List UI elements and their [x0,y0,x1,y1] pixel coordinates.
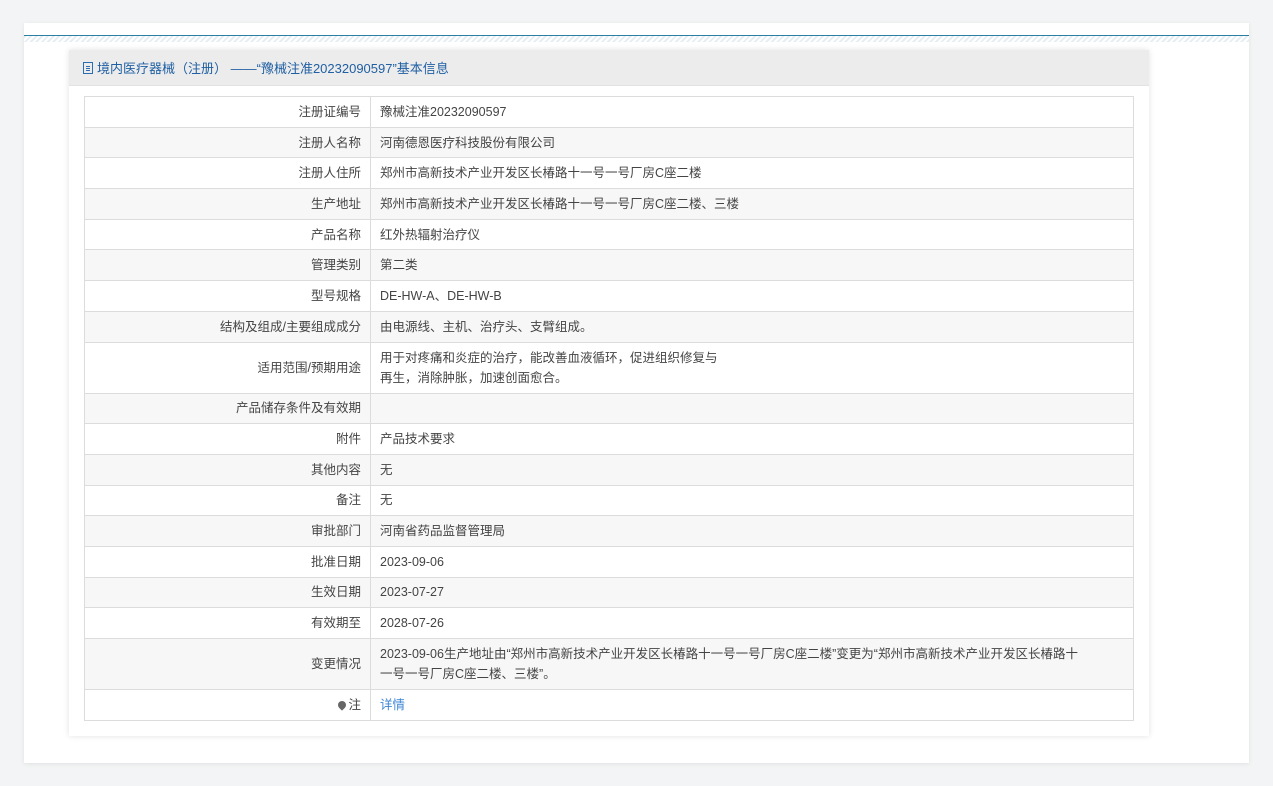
table-row: 结构及组成/主要组成成分 由电源线、主机、治疗头、支臂组成。 [84,310,1134,343]
detail-link[interactable]: 详情 [380,698,405,712]
row-label: 适用范围/预期用途 [84,341,371,394]
panel-title: 境内医疗器械（注册） ——“豫械注准20232090597”基本信息 [97,61,449,76]
row-value: 2023-09-06生产地址由“郑州市高新技术产业开发区长椿路十一号一号厂房C座… [370,638,1134,690]
table-row: 审批部门 河南省药品监督管理局 [84,515,1134,547]
row-value [370,392,1134,425]
row-label: 批准日期 [84,545,371,578]
table-row: 附件 产品技术要求 [84,423,1134,455]
row-label: 变更情况 [84,638,371,690]
row-value: 2028-07-26 [370,607,1134,639]
row-label: 审批部门 [84,515,371,547]
row-value: 红外热辐射治疗仪 [370,218,1134,251]
row-value: 由电源线、主机、治疗头、支臂组成。 [370,310,1134,343]
table-row: 注册人住所 郑州市高新技术产业开发区长椿路十一号一号厂房C座二楼 [84,157,1134,190]
table-row: 适用范围/预期用途 用于对疼痛和炎症的治疗，能改善血液循环，促进组织修复与 再生… [84,341,1134,394]
top-hatch-decoration [24,36,1249,42]
table-row: 变更情况 2023-09-06生产地址由“郑州市高新技术产业开发区长椿路十一号一… [84,638,1134,690]
document-icon [83,61,93,74]
row-label: 注册人名称 [84,126,371,159]
row-label: 管理类别 [84,249,371,282]
row-value: 2023-09-06 [370,545,1134,578]
row-value: 无 [370,484,1134,517]
panel-header: 境内医疗器械（注册） ——“豫械注准20232090597”基本信息 [69,50,1149,86]
row-value: 无 [370,453,1134,486]
row-label: 型号规格 [84,280,371,312]
row-label: 有效期至 [84,607,371,639]
row-value-line: 再生，消除肿胀，加速创面愈合。 [380,370,568,385]
page-container: 境内医疗器械（注册） ——“豫械注准20232090597”基本信息 注册证编号… [24,23,1249,763]
row-value-line: 一号一号厂房C座二楼、三楼”。 [380,667,556,681]
table-row: 产品储存条件及有效期 [84,392,1134,425]
row-value: 郑州市高新技术产业开发区长椿路十一号一号厂房C座二楼 [370,157,1134,190]
row-label: 注 [84,689,371,721]
row-value: 豫械注准20232090597 [370,96,1134,128]
row-value: 河南德恩医疗科技股份有限公司 [370,126,1134,159]
row-label: 附件 [84,423,371,455]
info-table: 注册证编号 豫械注准20232090597 注册人名称 河南德恩医疗科技股份有限… [84,96,1134,721]
row-value-line: 用于对疼痛和炎症的治疗，能改善血液循环，促进组织修复与 [380,350,718,365]
row-label: 生效日期 [84,576,371,609]
row-label: 生产地址 [84,188,371,220]
table-row: 批准日期 2023-09-06 [84,545,1134,578]
row-label: 注册人住所 [84,157,371,190]
row-label: 产品名称 [84,218,371,251]
row-label: 结构及组成/主要组成成分 [84,310,371,343]
row-label: 产品储存条件及有效期 [84,392,371,425]
row-value: 郑州市高新技术产业开发区长椿路十一号一号厂房C座二楼、三楼 [370,188,1134,220]
row-value-line: 2023-09-06生产地址由“郑州市高新技术产业开发区长椿路十一号一号厂房C座… [380,647,1078,661]
row-value: 用于对疼痛和炎症的治疗，能改善血液循环，促进组织修复与 再生，消除肿胀，加速创面… [370,341,1134,394]
table-row: 注册证编号 豫械注准20232090597 [84,96,1134,128]
row-label: 其他内容 [84,453,371,486]
row-value: 第二类 [370,249,1134,282]
table-row: 注 详情 [84,689,1134,721]
table-row: 其他内容 无 [84,453,1134,486]
row-label: 备注 [84,484,371,517]
row-value: 产品技术要求 [370,423,1134,455]
note-label: 注 [348,697,361,712]
row-label: 注册证编号 [84,96,371,128]
row-value: 2023-07-27 [370,576,1134,609]
table-row: 产品名称 红外热辐射治疗仪 [84,218,1134,251]
pin-icon [336,699,349,711]
table-row: 管理类别 第二类 [84,249,1134,282]
table-row: 备注 无 [84,484,1134,517]
table-row: 型号规格 DE-HW-A、DE-HW-B [84,280,1134,312]
info-panel: 境内医疗器械（注册） ——“豫械注准20232090597”基本信息 注册证编号… [69,50,1149,736]
table-row: 生产地址 郑州市高新技术产业开发区长椿路十一号一号厂房C座二楼、三楼 [84,188,1134,220]
row-value: DE-HW-A、DE-HW-B [370,280,1134,312]
table-row: 生效日期 2023-07-27 [84,576,1134,609]
table-row: 注册人名称 河南德恩医疗科技股份有限公司 [84,126,1134,159]
row-value: 河南省药品监督管理局 [370,515,1134,547]
table-row: 有效期至 2028-07-26 [84,607,1134,639]
row-value: 详情 [370,689,1134,721]
